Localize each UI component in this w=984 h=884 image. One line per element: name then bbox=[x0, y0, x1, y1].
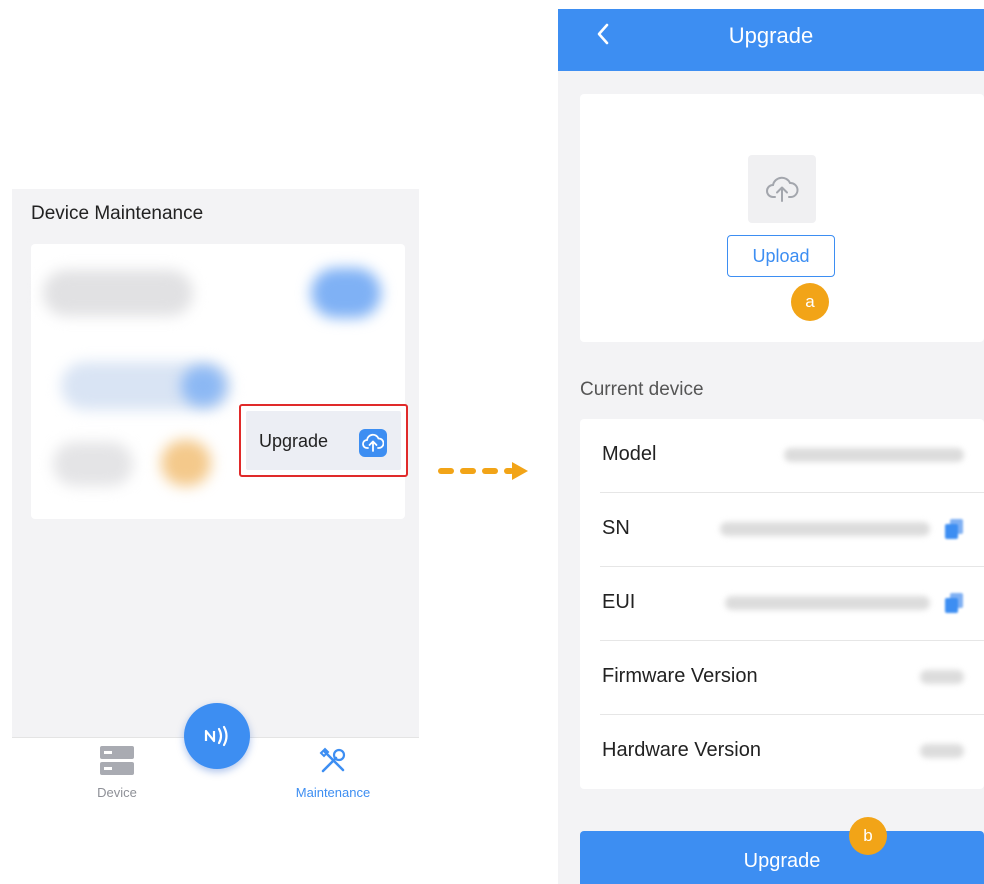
nav-maintenance-label: Maintenance bbox=[295, 785, 371, 800]
info-label: EUI bbox=[602, 591, 636, 613]
app-header: Upgrade bbox=[558, 9, 984, 71]
info-row-model: Model bbox=[580, 419, 984, 493]
info-label: Firmware Version bbox=[602, 665, 758, 687]
upload-area[interactable] bbox=[748, 155, 816, 223]
header-title: Upgrade bbox=[728, 23, 814, 48]
info-value-redacted bbox=[920, 670, 964, 684]
info-row-eui: EUI bbox=[580, 567, 984, 641]
blurred-item bbox=[43, 270, 193, 316]
nav-device[interactable]: Device bbox=[72, 746, 162, 800]
page-title: Device Maintenance bbox=[31, 203, 204, 224]
step-marker-a: a bbox=[791, 283, 829, 321]
info-value-redacted bbox=[725, 596, 930, 610]
upgrade-screen: Upgrade Upload a Current device Model SN bbox=[558, 9, 984, 884]
server-icon bbox=[100, 746, 134, 775]
cloud-upload-icon bbox=[766, 176, 799, 202]
maintenance-card: Upgrade bbox=[31, 244, 408, 519]
upload-card: Upload a bbox=[580, 94, 984, 342]
info-row-hardware: Hardware Version bbox=[580, 715, 984, 789]
info-value-redacted bbox=[920, 744, 964, 758]
section-title: Current device bbox=[580, 379, 704, 400]
copy-icon[interactable] bbox=[944, 518, 964, 540]
flow-arrow bbox=[438, 462, 528, 480]
copy-icon[interactable] bbox=[944, 592, 964, 614]
blurred-icon bbox=[181, 366, 225, 406]
device-info-card: Model SN EUI Firmware Version Hardware V… bbox=[580, 419, 984, 789]
info-label: SN bbox=[602, 517, 630, 539]
device-maintenance-screen: Device Maintenance Upgrade Device Mainte… bbox=[12, 189, 419, 811]
nfc-button[interactable] bbox=[184, 703, 250, 769]
nav-maintenance[interactable]: Maintenance bbox=[278, 746, 388, 800]
info-value-redacted bbox=[784, 448, 964, 462]
info-row-firmware: Firmware Version bbox=[580, 641, 984, 715]
blurred-icon bbox=[161, 440, 211, 486]
info-row-sn: SN bbox=[580, 493, 984, 567]
blurred-item bbox=[53, 442, 133, 486]
step-marker-b: b bbox=[849, 817, 887, 855]
info-label: Model bbox=[602, 443, 657, 465]
nav-device-label: Device bbox=[97, 785, 137, 800]
nfc-icon bbox=[204, 725, 228, 747]
info-label: Hardware Version bbox=[602, 739, 761, 761]
cloud-upload-icon bbox=[359, 429, 387, 457]
info-value-redacted bbox=[720, 522, 930, 536]
blurred-icon bbox=[311, 268, 381, 318]
tools-icon bbox=[319, 747, 346, 773]
upgrade-button[interactable]: Upgrade bbox=[580, 831, 984, 884]
upgrade-entry-label: Upgrade bbox=[259, 431, 329, 451]
upload-button[interactable]: Upload bbox=[727, 235, 835, 277]
upgrade-entry[interactable]: Upgrade bbox=[239, 404, 408, 477]
